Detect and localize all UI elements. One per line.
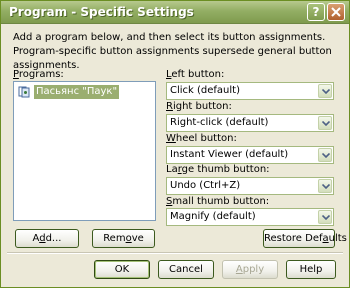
right-button-value: Right-click (default) xyxy=(170,117,269,128)
wheel-button-label: Wheel button: xyxy=(166,133,237,144)
window-title: Program - Specific Settings xyxy=(9,5,194,19)
program-name: Пасьянс "Паук" xyxy=(34,85,120,99)
chevron-down-icon xyxy=(322,121,330,126)
left-button-label: Left button: xyxy=(166,69,225,80)
dropdown-button[interactable] xyxy=(318,148,332,162)
large-thumb-button-select[interactable]: Undo (Ctrl+Z) xyxy=(166,177,334,195)
large-thumb-button-label: Large thumb button: xyxy=(166,164,270,175)
title-bar[interactable]: Program - Specific Settings ? xyxy=(1,1,349,24)
left-button-select[interactable]: Click (default) xyxy=(166,82,334,100)
apply-button[interactable]: Apply xyxy=(222,260,278,279)
dropdown-button[interactable] xyxy=(318,84,332,98)
dropdown-button[interactable] xyxy=(318,210,332,224)
dialog-window: Program - Specific Settings ? Add a prog… xyxy=(0,0,350,288)
list-item[interactable]: Пасьянс "Паук" xyxy=(18,85,120,99)
close-button[interactable] xyxy=(327,3,345,21)
programs-list[interactable]: Пасьянс "Паук" xyxy=(13,81,156,221)
dropdown-button[interactable] xyxy=(318,116,332,130)
add-button[interactable]: Add... xyxy=(15,229,79,248)
cancel-button[interactable]: Cancel xyxy=(158,260,214,279)
restore-defaults-button[interactable]: Restore Defaults xyxy=(263,229,347,248)
right-button-select[interactable]: Right-click (default) xyxy=(166,114,334,132)
help-button[interactable]: Help xyxy=(286,260,336,279)
chevron-down-icon xyxy=(322,215,330,220)
chevron-down-icon xyxy=(322,89,330,94)
small-thumb-button-select[interactable]: Magnify (default) xyxy=(166,208,334,226)
remove-button[interactable]: Remove xyxy=(92,229,155,248)
separator xyxy=(7,252,343,254)
left-button-value: Click (default) xyxy=(170,85,240,96)
ok-button[interactable]: OK xyxy=(94,260,150,279)
help-title-button[interactable]: ? xyxy=(307,3,325,21)
right-button-label: Right button: xyxy=(166,101,232,112)
dropdown-button[interactable] xyxy=(318,179,332,193)
programs-label: Programs: xyxy=(13,69,64,80)
wheel-button-value: Instant Viewer (default) xyxy=(170,149,289,160)
card-game-icon xyxy=(18,86,30,98)
intro-text: Add a program below, and then select its… xyxy=(13,32,332,71)
chevron-down-icon xyxy=(322,184,330,189)
small-thumb-button-label: Small thumb button: xyxy=(166,196,270,207)
small-thumb-button-value: Magnify (default) xyxy=(170,211,256,222)
wheel-button-select[interactable]: Instant Viewer (default) xyxy=(166,146,334,164)
close-icon xyxy=(331,7,341,17)
large-thumb-button-value: Undo (Ctrl+Z) xyxy=(170,180,241,191)
chevron-down-icon xyxy=(322,153,330,158)
